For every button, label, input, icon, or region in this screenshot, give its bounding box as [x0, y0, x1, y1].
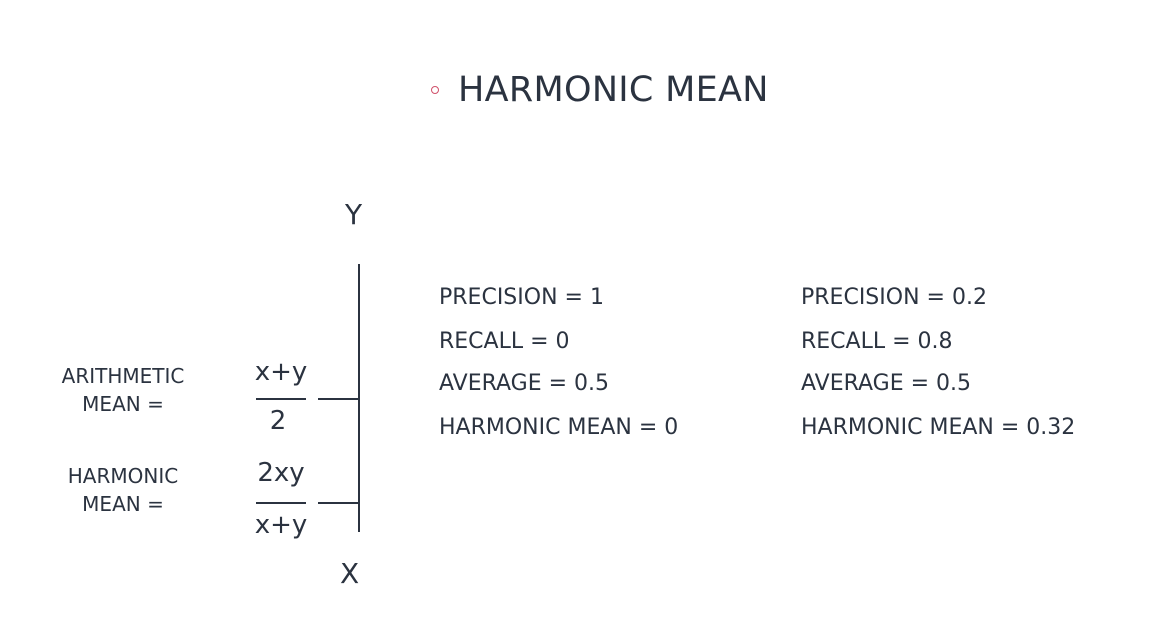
arithmetic-fraction-bar — [256, 398, 306, 400]
example1-average: AVERAGE = 0.5 — [439, 371, 610, 396]
harmonic-mean-label-line1: HARMONIC — [67, 464, 179, 488]
arithmetic-mean-label-line2: MEAN = — [82, 392, 164, 416]
harmonic-mean-tick — [318, 502, 358, 504]
arithmetic-mean-label-line1: ARITHMETIC — [61, 364, 185, 388]
bullet-circle-icon — [431, 86, 439, 94]
example2-average: AVERAGE = 0.5 — [801, 371, 972, 396]
arithmetic-denominator: 2 — [269, 406, 287, 436]
harmonic-fraction-bar — [256, 502, 306, 504]
x-axis-label: X — [340, 557, 360, 590]
example2-harmonic-mean: HARMONIC MEAN = 0.32 — [801, 415, 1076, 440]
example2-recall: RECALL = 0.8 — [801, 329, 953, 354]
harmonic-mean-label-line2: MEAN = — [82, 492, 164, 516]
arithmetic-numerator: x+y — [254, 357, 308, 387]
harmonic-mean-label: HARMONIC MEAN = — [52, 462, 194, 518]
vertical-axis-line — [358, 264, 360, 532]
harmonic-denominator: x+y — [254, 510, 308, 540]
arithmetic-mean-tick — [318, 398, 358, 400]
example1-precision: PRECISION = 1 — [439, 285, 604, 310]
harmonic-numerator: 2xy — [257, 458, 305, 488]
y-axis-label: Y — [345, 198, 363, 231]
slide-title: HARMONIC MEAN — [458, 70, 769, 110]
example1-harmonic-mean: HARMONIC MEAN = 0 — [439, 415, 679, 440]
example1-recall: RECALL = 0 — [439, 329, 570, 354]
example2-precision: PRECISION = 0.2 — [801, 285, 987, 310]
arithmetic-mean-label: ARITHMETIC MEAN = — [52, 362, 194, 418]
